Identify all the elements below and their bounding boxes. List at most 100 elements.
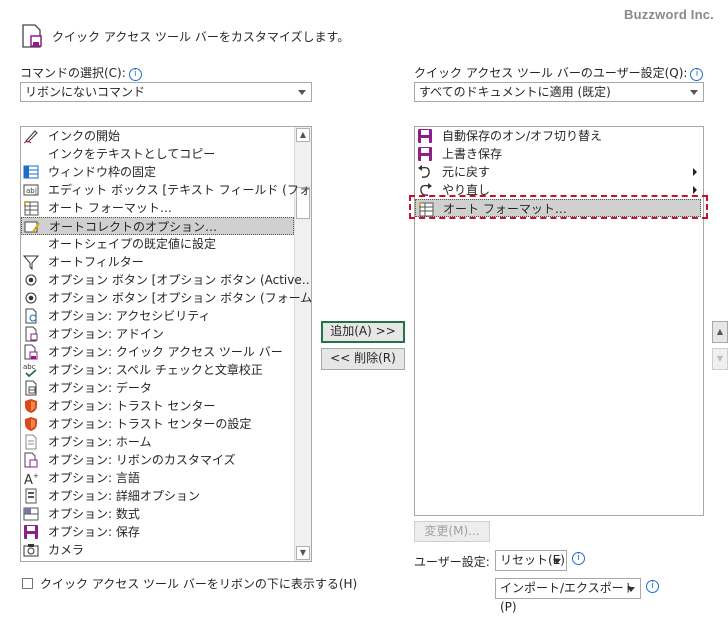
list-item-label: オートコレクトのオプション… xyxy=(49,220,218,234)
list-item-label: オプション: トラスト センター xyxy=(48,399,216,413)
list-item[interactable]: オプション: 保存 xyxy=(21,523,294,541)
list-item-label: オプション: 詳細オプション xyxy=(48,489,200,503)
list-item[interactable]: オプション: アクセシビリティ xyxy=(21,307,294,325)
list-item[interactable]: オートシェイプの既定値に設定 xyxy=(21,235,294,253)
list-item[interactable]: A + オプション: 言語 xyxy=(21,469,294,488)
list-item-label: 自動保存のオン/オフ切り替え xyxy=(442,129,603,143)
show-below-ribbon-checkbox[interactable] xyxy=(22,578,33,589)
import-export-dropdown[interactable]: インポート/エクスポート(P) xyxy=(495,578,641,614)
list-item[interactable]: ウィンドウ枠の固定 xyxy=(21,163,294,181)
info-icon[interactable]: i xyxy=(572,552,585,565)
accessibility-icon xyxy=(23,308,39,324)
formula-icon xyxy=(23,506,39,522)
save-icon xyxy=(417,146,433,162)
list-item[interactable]: オート フォーマット… xyxy=(21,199,294,217)
list-item[interactable]: オートコレクトのオプション… xyxy=(21,217,294,235)
list-item-label: オートシェイプの既定値に設定 xyxy=(48,237,217,251)
edit-box-icon: ab| xyxy=(23,182,39,198)
qat-settings-select[interactable]: すべてのドキュメントに適用 (既定) xyxy=(414,82,704,102)
language-icon: A + xyxy=(23,470,39,488)
save-icon xyxy=(417,128,433,144)
info-icon[interactable]: i xyxy=(690,68,704,81)
svg-text:abc: abc xyxy=(23,363,36,371)
list-item-label: カメラ xyxy=(48,543,85,557)
list-item-label: オプション: 保存 xyxy=(48,525,140,539)
show-below-ribbon-label: クイック アクセス ツール バーをリボンの下に表示する(H) xyxy=(40,577,358,591)
highlight-box xyxy=(409,195,708,219)
home-options-icon xyxy=(23,434,39,450)
list-item-label: オプション: ホーム xyxy=(48,435,152,449)
import-export-label: インポート/エクスポート(P) xyxy=(500,581,636,614)
list-item[interactable]: オプション ボタン [オプション ボタン (フォーム … xyxy=(21,289,311,307)
list-item[interactable]: ab| エディット ボックス [テキスト フィールド (フォー… xyxy=(21,181,311,199)
qat-settings-label: クイック アクセス ツール バーのユーザー設定(Q): i xyxy=(414,64,704,81)
shield-icon xyxy=(23,398,39,414)
shield-icon xyxy=(23,416,39,432)
watermark-logo: Buzzword Inc. xyxy=(624,7,714,22)
list-item-label: オプション: アドイン xyxy=(48,327,164,341)
command-select[interactable]: リボンにないコマンド xyxy=(20,82,312,102)
list-item[interactable]: 自動保存のオン/オフ切り替え xyxy=(415,127,703,145)
qat-commands-list[interactable]: 自動保存のオン/オフ切り替え 上書き保存 元に戻す やり直し オート フォーマット… xyxy=(414,126,704,516)
list-item-label: オプション: 言語 xyxy=(48,471,140,485)
list-item-label: ウィンドウ枠の固定 xyxy=(48,165,157,179)
scroll-down-icon[interactable]: ▼ xyxy=(296,546,310,560)
scroll-up-icon[interactable]: ▲ xyxy=(296,128,310,142)
qat-settings-value: すべてのドキュメントに適用 (既定) xyxy=(419,85,611,99)
list-item-label: オート フォーマット… xyxy=(48,201,172,215)
chevron-down-icon xyxy=(298,90,306,95)
list-item[interactable]: インクをテキストとしてコピー xyxy=(21,145,294,163)
list-item[interactable]: オプション: アドイン xyxy=(21,325,294,343)
list-item[interactable]: オートフィルター xyxy=(21,253,294,271)
list-item-label: オプション: スペル チェックと文章校正 xyxy=(48,363,263,377)
add-button[interactable]: 追加(A) >> xyxy=(321,321,405,343)
list-item[interactable]: オプション: データ xyxy=(21,379,294,397)
available-commands-list[interactable]: ▲ ▼ インクの開始インクをテキストとしてコピー ウィンドウ枠の固定 ab| エディッ… xyxy=(20,126,312,562)
list-item-label: オプション: リボンのカスタマイズ xyxy=(48,453,236,467)
list-item[interactable]: オプション: トラスト センターの設定 xyxy=(21,415,294,433)
ribbon-icon xyxy=(23,452,39,468)
list-item[interactable]: オプション: リボンのカスタマイズ xyxy=(21,451,294,469)
list-item[interactable]: オプション: クイック アクセス ツール バー xyxy=(21,343,294,361)
filter-icon xyxy=(22,254,40,271)
move-down-button[interactable]: ▼ xyxy=(712,348,728,370)
submenu-arrow-icon xyxy=(693,168,697,176)
reset-dropdown[interactable]: リセット(E) xyxy=(495,550,567,571)
modify-button[interactable]: 変更(M)... xyxy=(414,521,490,542)
list-item[interactable]: インクの開始 xyxy=(21,127,294,145)
freeze-panes-icon xyxy=(23,164,39,180)
list-item[interactable]: カメラ xyxy=(21,541,294,559)
list-item-label: インクの開始 xyxy=(48,129,121,143)
save-icon xyxy=(23,524,39,540)
list-item[interactable]: オプション: トラスト センター xyxy=(21,397,294,415)
list-item-label: オプション: データ xyxy=(48,381,152,395)
list-item-label: オプション: 数式 xyxy=(48,507,140,521)
list-item-label: インクをテキストとしてコピー xyxy=(48,147,216,161)
list-item[interactable]: 元に戻す xyxy=(415,163,703,181)
move-up-button[interactable]: ▲ xyxy=(712,321,728,343)
remove-button[interactable]: << 削除(R) xyxy=(321,348,405,370)
list-item[interactable]: オプション ボタン [オプション ボタン (Active… xyxy=(21,271,311,289)
list-item[interactable]: abc オプション: スペル チェックと文章校正 xyxy=(21,361,294,379)
info-icon[interactable]: i xyxy=(128,68,142,81)
chevron-down-icon xyxy=(627,587,635,592)
list-item-label: オプション ボタン [オプション ボタン (フォーム … xyxy=(48,291,312,305)
page-heading: クイック アクセス ツール バーをカスタマイズします。 xyxy=(52,30,350,44)
undo-icon xyxy=(417,164,433,180)
advanced-icon xyxy=(23,488,39,504)
list-item[interactable]: オプション: 数式 xyxy=(21,505,294,523)
list-item[interactable]: オプション: ホーム xyxy=(21,433,294,451)
list-item[interactable]: オプション: 詳細オプション xyxy=(21,487,294,505)
chevron-down-icon xyxy=(690,90,698,95)
svg-text:+: + xyxy=(33,472,39,480)
list-item[interactable]: 上書き保存 xyxy=(415,145,703,163)
autoformat-icon xyxy=(23,200,39,216)
info-icon[interactable]: i xyxy=(646,580,659,593)
data-icon xyxy=(23,380,39,396)
radio-button-icon xyxy=(23,272,39,288)
list-item-label: エディット ボックス [テキスト フィールド (フォー… xyxy=(48,183,312,197)
blank-icon xyxy=(23,146,39,162)
svg-text:A: A xyxy=(24,473,33,486)
list-item-label: 元に戻す xyxy=(442,165,491,179)
autocorrect-icon xyxy=(24,219,40,235)
